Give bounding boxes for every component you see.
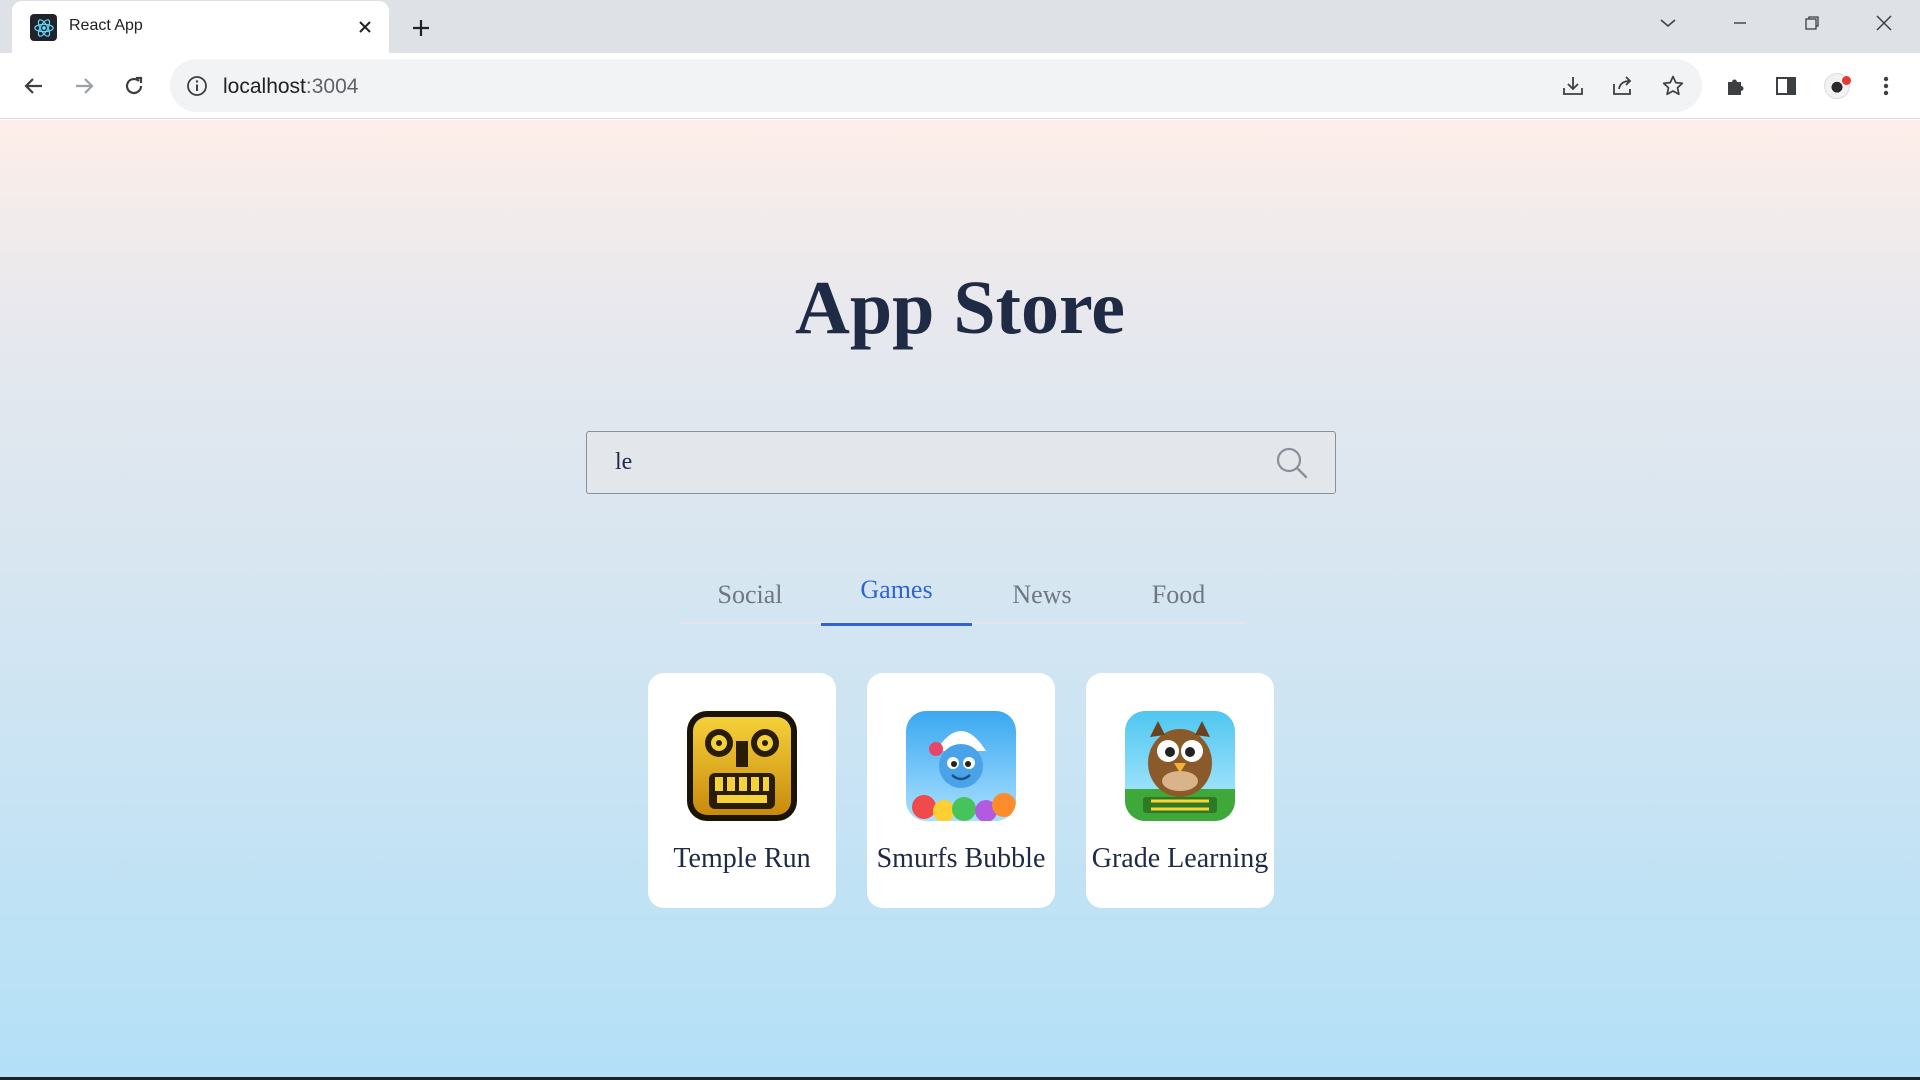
tab-games[interactable]: Games bbox=[821, 566, 972, 626]
restore-icon[interactable] bbox=[1778, 0, 1846, 46]
side-panel-icon[interactable] bbox=[1766, 66, 1806, 106]
minimize-icon[interactable] bbox=[1706, 0, 1774, 46]
new-tab-plus-icon[interactable] bbox=[404, 11, 438, 45]
search-box bbox=[586, 431, 1336, 494]
app-card[interactable]: Temple Run bbox=[648, 673, 836, 908]
browser-toolbar: localhost:3004 bbox=[0, 53, 1920, 119]
tab-food[interactable]: Food bbox=[1112, 566, 1245, 624]
grade-learning-icon bbox=[1125, 711, 1235, 821]
address-bar[interactable]: localhost:3004 bbox=[170, 59, 1702, 112]
tab-title: React App bbox=[69, 17, 143, 34]
app-name: Temple Run bbox=[673, 843, 811, 874]
close-window-icon[interactable] bbox=[1850, 0, 1918, 46]
tab-news[interactable]: News bbox=[972, 566, 1112, 624]
app-card[interactable]: Smurfs Bubble bbox=[867, 673, 1055, 908]
temple-run-icon bbox=[687, 711, 797, 821]
tab-search-chevron-icon[interactable] bbox=[1634, 0, 1702, 46]
close-tab-icon[interactable] bbox=[351, 13, 379, 41]
menu-kebab-icon[interactable] bbox=[1866, 66, 1906, 106]
share-icon[interactable] bbox=[1604, 67, 1642, 105]
back-arrow-icon[interactable] bbox=[14, 66, 54, 106]
tab-strip: React App bbox=[0, 0, 1920, 53]
react-favicon-icon bbox=[30, 14, 57, 41]
page-title: App Store bbox=[794, 266, 1126, 350]
tab-social[interactable]: Social bbox=[680, 566, 820, 624]
search-icon[interactable] bbox=[1275, 446, 1309, 480]
app-name: Smurfs Bubble bbox=[876, 843, 1046, 874]
browser-tab[interactable]: React App bbox=[12, 1, 389, 53]
url-host: localhost bbox=[223, 75, 306, 98]
extensions-puzzle-icon[interactable] bbox=[1716, 66, 1756, 106]
smurfs-bubble-icon bbox=[906, 711, 1016, 821]
search-input[interactable] bbox=[587, 432, 1267, 493]
app-name: Grade Learning bbox=[1091, 843, 1269, 874]
forward-arrow-icon[interactable] bbox=[64, 66, 104, 106]
profile-avatar-icon[interactable] bbox=[1817, 66, 1857, 106]
app-card[interactable]: Grade Learning bbox=[1086, 673, 1274, 908]
site-info-icon[interactable] bbox=[184, 73, 210, 99]
url-port: :3004 bbox=[305, 75, 359, 98]
install-app-icon[interactable] bbox=[1554, 67, 1592, 105]
reload-icon[interactable] bbox=[114, 66, 154, 106]
bookmark-star-icon[interactable] bbox=[1654, 67, 1692, 105]
url-text[interactable]: localhost:3004 bbox=[223, 75, 358, 99]
page-viewport: App Store Social Games News Food bbox=[0, 120, 1920, 1077]
category-tabs: Social Games News Food bbox=[680, 566, 1245, 626]
